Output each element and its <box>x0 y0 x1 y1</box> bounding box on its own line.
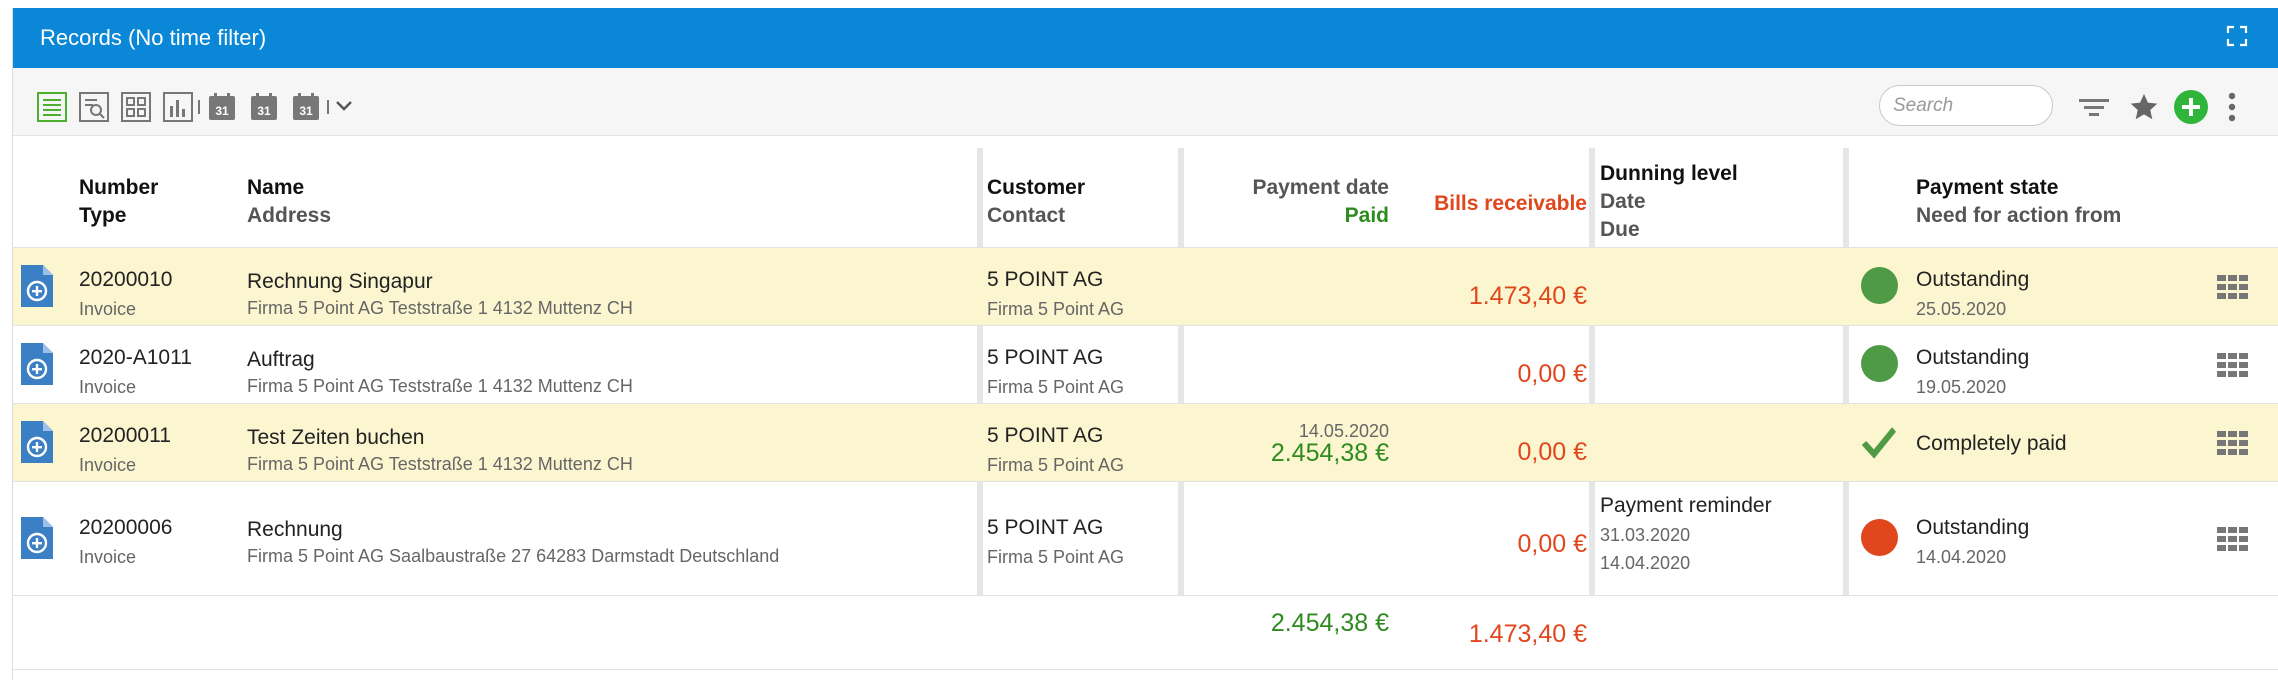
column-header-dunning[interactable]: Dunning level Date Due <box>1600 160 1738 244</box>
chevron-down-icon[interactable] <box>333 92 355 122</box>
record-address: Firma 5 Point AG Teststraße 1 4132 Mutte… <box>247 376 633 396</box>
customer-contact: Firma 5 Point AG <box>987 377 1125 397</box>
record-type: Invoice <box>79 377 137 397</box>
column-header-number[interactable]: Number Type <box>79 174 158 230</box>
chart-icon[interactable] <box>163 92 193 122</box>
status-dot <box>1861 267 1898 304</box>
dunning-date: 31.03.2020 <box>1600 525 1691 545</box>
customer-contact: Firma 5 Point AG <box>987 299 1125 319</box>
toolbar-separator <box>198 100 200 114</box>
record-type: Invoice <box>79 299 137 319</box>
bills-receivable: 0,00 € <box>1517 438 1587 466</box>
record-number: 20200010 <box>79 268 173 291</box>
filter-icon[interactable] <box>2077 92 2111 122</box>
document-add-icon[interactable] <box>21 265 53 307</box>
star-icon[interactable] <box>2129 92 2159 122</box>
title-bar: Records (No time filter) <box>13 8 2278 68</box>
bills-receivable: 0,00 € <box>1517 530 1587 558</box>
bills-receivable: 0,00 € <box>1517 360 1587 388</box>
svg-text:31: 31 <box>257 104 271 118</box>
paid-amount: 2.454,38 € <box>1270 439 1389 467</box>
record-address: Firma 5 Point AG Teststraße 1 4132 Mutte… <box>247 298 633 318</box>
payment-state: Outstanding <box>1916 268 2030 291</box>
payment-state: Outstanding <box>1916 346 2030 369</box>
calendar-icon[interactable]: 31 <box>207 92 237 122</box>
document-add-icon[interactable] <box>21 421 53 463</box>
list-view-icon[interactable] <box>37 92 67 122</box>
payment-state: Outstanding <box>1916 516 2030 539</box>
dunning-due: 14.04.2020 <box>1600 553 1691 573</box>
table-row[interactable]: 20200010 Invoice Rechnung Singapur Firma… <box>13 247 2278 325</box>
record-name: Test Zeiten buchen <box>247 426 425 449</box>
column-header-customer[interactable]: Customer Contact <box>987 174 1085 230</box>
dunning-level: Payment reminder <box>1600 494 1772 517</box>
column-header-payment-state[interactable]: Payment state Need for action from <box>1916 174 2121 230</box>
more-vert-icon[interactable] <box>2225 92 2239 122</box>
column-header-name[interactable]: Name Address <box>247 174 331 230</box>
customer-name: 5 POINT AG <box>987 346 1104 369</box>
table-row[interactable]: 20200006 Invoice Rechnung Firma 5 Point … <box>13 481 2278 595</box>
records-panel: Records (No time filter) 31 31 31 Search… <box>12 8 2278 680</box>
total-bills-receivable: 1.473,40 € <box>1468 620 1587 648</box>
need-for-action-date: 14.04.2020 <box>1916 547 2007 567</box>
column-header-bills-receivable[interactable]: Bills receivable <box>1399 190 1587 218</box>
customer-name: 5 POINT AG <box>987 424 1104 447</box>
record-number: 20200006 <box>79 516 173 539</box>
record-name: Auftrag <box>247 348 315 371</box>
document-add-icon[interactable] <box>21 517 53 559</box>
customer-name: 5 POINT AG <box>987 268 1104 291</box>
status-dot <box>1861 345 1898 382</box>
search-document-icon[interactable] <box>79 92 109 122</box>
grid-menu-icon[interactable] <box>2217 275 2249 299</box>
grid-menu-icon[interactable] <box>2217 431 2249 455</box>
search-input[interactable] <box>1879 85 2053 126</box>
grid-menu-icon[interactable] <box>2217 527 2249 551</box>
bills-receivable: 1.473,40 € <box>1468 282 1587 310</box>
customer-contact: Firma 5 Point AG <box>987 547 1125 567</box>
record-type: Invoice <box>79 455 137 475</box>
record-type: Invoice <box>79 547 137 567</box>
record-number: 20200011 <box>79 424 171 447</box>
record-number: 2020-A1011 <box>79 346 192 369</box>
panel-title: Records (No time filter) <box>40 25 267 50</box>
table-header: Number Type Name Address Customer Contac… <box>13 138 2278 255</box>
total-paid: 2.454,38 € <box>1270 609 1389 637</box>
check-icon <box>1861 425 1899 459</box>
column-header-payment-date[interactable]: Payment date Paid <box>1189 174 1389 230</box>
svg-text:31: 31 <box>299 104 313 118</box>
document-add-icon[interactable] <box>21 343 53 385</box>
need-for-action-date: 19.05.2020 <box>1916 377 2007 397</box>
grid-view-icon[interactable] <box>121 92 151 122</box>
toolbar: 31 31 31 <box>13 68 2278 136</box>
customer-name: 5 POINT AG <box>987 516 1104 539</box>
calendar-icon[interactable]: 31 <box>249 92 279 122</box>
payment-state: Completely paid <box>1916 432 2067 455</box>
table-row[interactable]: 20200011 Invoice Test Zeiten buchen Firm… <box>13 403 2278 481</box>
table-row[interactable]: 2020-A1011 Invoice Auftrag Firma 5 Point… <box>13 325 2278 403</box>
svg-text:31: 31 <box>215 104 229 118</box>
record-name: Rechnung Singapur <box>247 270 433 293</box>
record-address: Firma 5 Point AG Saalbaustraße 27 64283 … <box>247 546 780 566</box>
record-address: Firma 5 Point AG Teststraße 1 4132 Mutte… <box>247 454 633 474</box>
need-for-action-date: 25.05.2020 <box>1916 299 2007 319</box>
customer-contact: Firma 5 Point AG <box>987 455 1125 475</box>
grid-menu-icon[interactable] <box>2217 353 2249 377</box>
toolbar-separator <box>327 100 329 114</box>
add-icon[interactable] <box>2173 89 2209 125</box>
record-name: Rechnung <box>247 518 343 541</box>
totals-row: 2.454,38 € 1.473,40 € <box>13 595 2278 670</box>
expand-icon[interactable] <box>2225 24 2249 48</box>
calendar-icon[interactable]: 31 <box>291 92 321 122</box>
status-dot <box>1861 519 1898 556</box>
